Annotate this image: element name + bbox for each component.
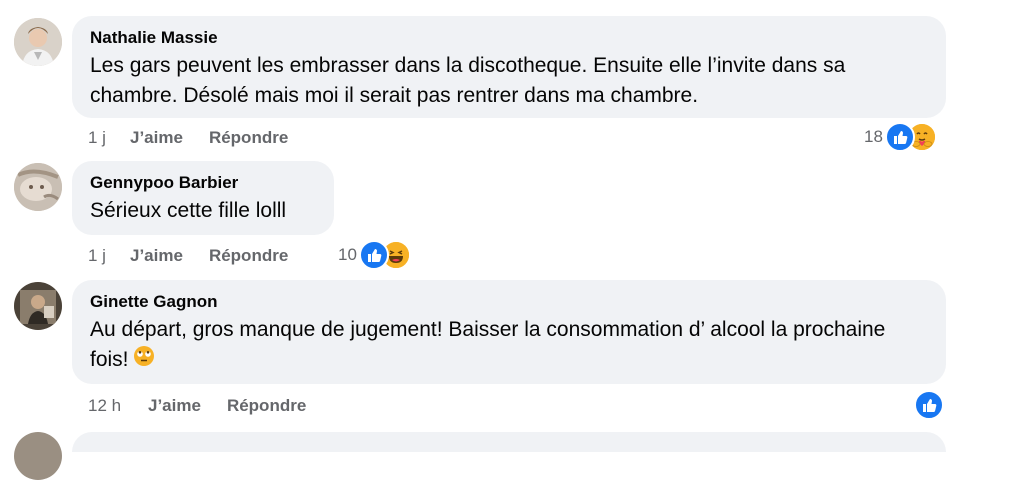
like-icon — [884, 122, 915, 152]
reaction-count: 18 — [864, 127, 883, 146]
comment-timestamp[interactable]: 1 j — [88, 128, 130, 148]
like-icon — [358, 240, 389, 270]
comment-bubble: Ginette Gagnon Au départ, gros manque de… — [72, 280, 946, 384]
reactions-summary[interactable] — [914, 390, 944, 420]
avatar[interactable] — [14, 163, 62, 211]
reaction-count: 10 — [338, 245, 357, 264]
like-button[interactable]: J’aime — [148, 396, 201, 416]
reply-button[interactable]: Répondre — [227, 396, 306, 416]
comment-bubble: Nathalie Massie Les gars peuvent les emb… — [72, 16, 946, 118]
comment-bubble — [72, 432, 946, 452]
reply-button[interactable]: Répondre — [209, 246, 288, 266]
avatar[interactable] — [14, 282, 62, 330]
comment-text: Sérieux cette fille lolll — [90, 199, 287, 222]
comment-actions: 1 j J’aime Répondre — [88, 246, 288, 266]
comment-timestamp[interactable]: 1 j — [88, 246, 130, 266]
comment-bubble: Gennypoo Barbier Sérieux cette fille lol… — [72, 161, 334, 235]
comment-actions: 12 h J’aime Répondre — [88, 396, 306, 416]
reactions-summary[interactable]: 18 — [864, 122, 937, 152]
comment-timestamp[interactable]: 12 h — [88, 396, 148, 416]
avatar[interactable] — [14, 432, 62, 480]
comment-actions: 1 j J’aime Répondre — [88, 128, 288, 148]
like-button[interactable]: J’aime — [130, 128, 183, 148]
comment-text: Au départ, gros manque de jugement! Bais… — [90, 315, 928, 376]
comment-text: Les gars peuvent les embrasser dans la d… — [90, 54, 846, 107]
like-icon — [914, 390, 944, 420]
reply-button[interactable]: Répondre — [209, 128, 288, 148]
face-with-rolling-eyes-icon — [133, 345, 155, 376]
comment-author[interactable]: Gennypoo Barbier — [90, 173, 316, 193]
avatar[interactable] — [14, 18, 62, 66]
reactions-summary[interactable]: 10 — [338, 240, 411, 270]
comment-text-content: Au départ, gros manque de jugement! Bais… — [90, 318, 886, 372]
like-button[interactable]: J’aime — [130, 246, 183, 266]
comment-author[interactable]: Nathalie Massie — [90, 28, 928, 48]
comment-author[interactable]: Ginette Gagnon — [90, 292, 928, 312]
